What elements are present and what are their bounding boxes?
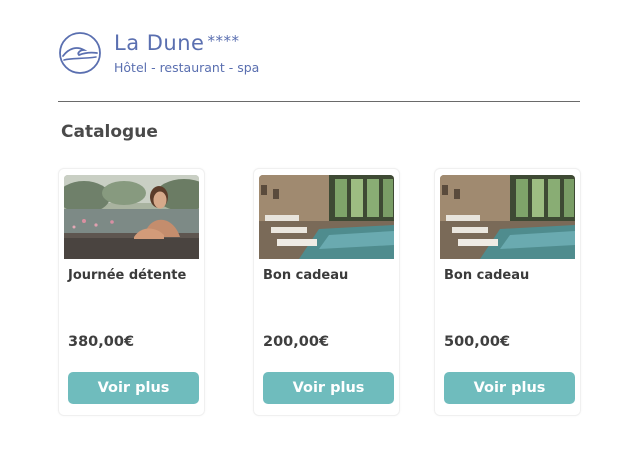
product-name: Bon cadeau (444, 268, 530, 283)
product-name: Bon cadeau (263, 268, 349, 283)
product-image (440, 175, 575, 259)
voir-plus-button[interactable]: Voir plus (68, 372, 199, 404)
voir-plus-button[interactable]: Voir plus (263, 372, 394, 404)
voir-plus-button[interactable]: Voir plus (444, 372, 575, 404)
brand-title: La Dune **** (114, 31, 239, 55)
brand-subtitle: Hôtel - restaurant - spa (114, 60, 260, 75)
product-card[interactable]: Journée détente 380,00€ Voir plus (58, 168, 205, 416)
product-image (64, 175, 199, 259)
product-card[interactable]: Bon cadeau 500,00€ Voir plus (434, 168, 581, 416)
product-name: Journée détente (68, 268, 187, 283)
brand-name: La Dune (114, 31, 205, 55)
section-title: Catalogue (61, 122, 158, 142)
product-card[interactable]: Bon cadeau 200,00€ Voir plus (253, 168, 400, 416)
product-price: 500,00€ (444, 334, 511, 350)
header-divider (58, 101, 580, 102)
wave-logo-icon[interactable] (58, 31, 102, 75)
product-price: 200,00€ (263, 334, 330, 350)
product-image (259, 175, 394, 259)
brand-stars: **** (207, 32, 240, 50)
product-price: 380,00€ (68, 334, 135, 350)
